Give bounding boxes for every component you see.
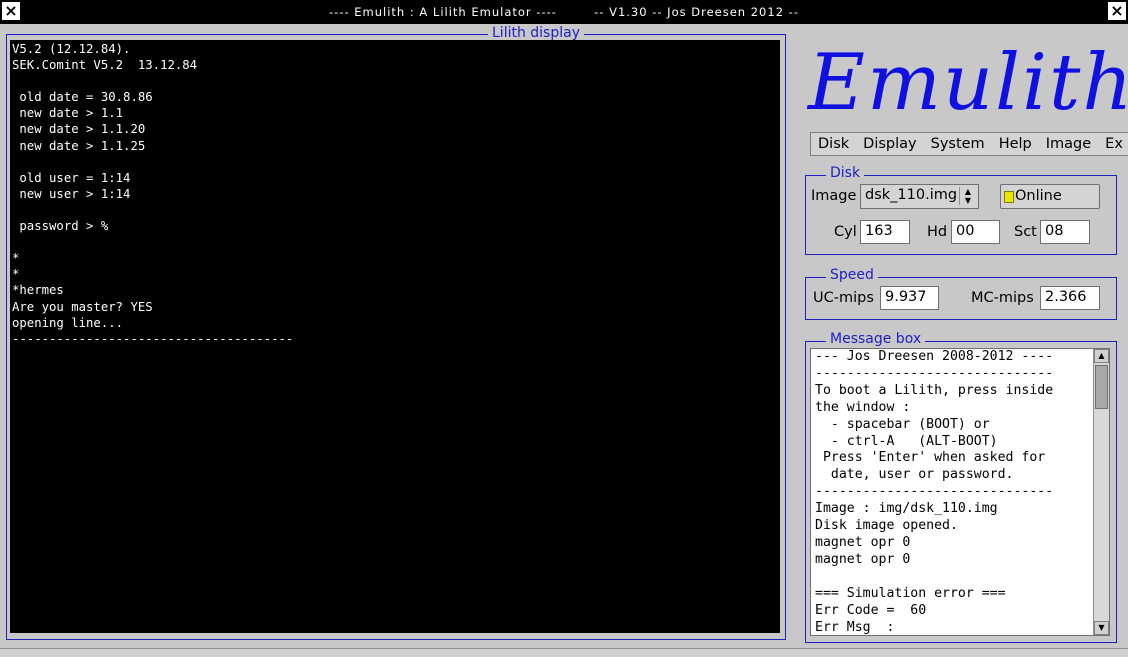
lilith-display-label: Lilith display: [488, 25, 584, 41]
sct-field[interactable]: 08: [1040, 220, 1090, 244]
cyl-field[interactable]: 163: [860, 220, 910, 244]
cyl-label: Cyl: [834, 224, 857, 240]
message-text: --- Jos Dreesen 2008-2012 ---- ---------…: [815, 349, 1054, 635]
image-label: Image: [811, 188, 857, 204]
image-select-value: dsk_110.img: [865, 187, 958, 203]
menu-help[interactable]: Help: [992, 133, 1039, 155]
sct-label: Sct: [1014, 224, 1037, 240]
menu-bar: Disk Display System Help Image Ex: [810, 132, 1128, 156]
menu-disk[interactable]: Disk: [811, 133, 856, 155]
hd-field[interactable]: 00: [951, 220, 1000, 244]
mc-mips-field: 2.366: [1040, 286, 1100, 310]
menu-display[interactable]: Display: [856, 133, 923, 155]
menu-image[interactable]: Image: [1039, 133, 1098, 155]
disk-label: Disk: [826, 165, 865, 181]
scroll-thumb[interactable]: [1095, 365, 1108, 409]
message-box-label: Message box: [826, 331, 926, 347]
bottom-strip: [0, 648, 1128, 657]
menu-system[interactable]: System: [924, 133, 992, 155]
online-button[interactable]: Online: [1000, 184, 1100, 209]
online-led-icon: [1004, 191, 1014, 203]
image-select[interactable]: dsk_110.img ▲ ▼: [860, 184, 979, 209]
emulith-logo: Emulith: [808, 38, 1128, 128]
message-scrollbar[interactable]: ▲ ▼: [1093, 349, 1109, 635]
close-right-icon[interactable]: ×: [1107, 1, 1127, 21]
online-label: Online: [1015, 188, 1062, 204]
hd-label: Hd: [927, 224, 948, 240]
title-bar: × ---- Emulith : A Lilith Emulator ---- …: [0, 0, 1128, 24]
speed-label: Speed: [826, 267, 878, 283]
scroll-down-icon[interactable]: ▼: [1094, 621, 1109, 635]
close-left-icon[interactable]: ×: [1, 1, 21, 21]
menu-exit[interactable]: Ex: [1098, 133, 1128, 155]
lilith-terminal[interactable]: V5.2 (12.12.84). SEK.Comint V5.2 13.12.8…: [10, 40, 780, 633]
message-box[interactable]: --- Jos Dreesen 2008-2012 ---- ---------…: [810, 348, 1110, 636]
scroll-up-icon[interactable]: ▲: [1094, 349, 1109, 363]
uc-mips-field: 9.937: [880, 286, 939, 310]
spin-arrows-icon[interactable]: ▲ ▼: [959, 187, 976, 205]
uc-mips-label: UC-mips: [813, 290, 874, 306]
mc-mips-label: MC-mips: [971, 290, 1034, 306]
window-title: ---- Emulith : A Lilith Emulator ---- --…: [28, 3, 1100, 21]
